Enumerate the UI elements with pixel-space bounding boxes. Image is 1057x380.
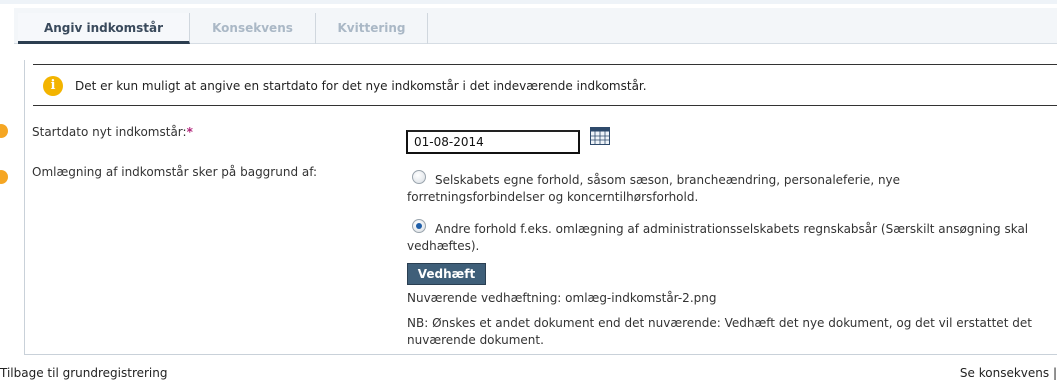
tab-bar: Angiv indkomstår Konsekvens Kvittering <box>14 8 1057 44</box>
tab-kvittering[interactable]: Kvittering <box>316 13 428 44</box>
required-mark: * <box>186 125 193 139</box>
form-panel: i Det er kun muligt at angive en startda… <box>24 60 1057 355</box>
info-icon: i <box>43 76 63 96</box>
start-date-label-text: Startdato nyt indkomstår: <box>32 125 187 139</box>
info-bar: i Det er kun muligt at angive en startda… <box>33 64 1057 106</box>
start-date-label: Startdato nyt indkomstår:* <box>32 125 193 139</box>
annotation-marker <box>0 124 8 138</box>
current-attachment: Nuværende vedhæftning: omlæg-indkomstår-… <box>407 291 717 305</box>
attachment-note: NB: Ønskes et andet dokument end det nuv… <box>407 316 1032 347</box>
reason-label: Omlægning af indkomstår sker på baggrund… <box>32 165 318 179</box>
tab-konsekvens[interactable]: Konsekvens <box>190 13 316 44</box>
attach-button[interactable]: Vedhæft <box>407 263 486 285</box>
start-date-input[interactable] <box>406 130 580 154</box>
top-strip <box>0 0 1057 4</box>
tab-angiv-indkomstaar[interactable]: Angiv indkomstår <box>18 13 190 44</box>
calendar-icon[interactable] <box>590 127 610 145</box>
next-link[interactable]: Se konsekvens | <box>960 366 1057 380</box>
back-link[interactable]: Tilbage til grundregistrering <box>0 366 167 380</box>
option-own-circumstances-text: Selskabets egne forhold, såsom sæson, br… <box>407 173 901 204</box>
annotation-marker <box>0 170 8 184</box>
info-text: Det er kun muligt at angive en startdato… <box>75 79 647 93</box>
option-other-circumstances-text: Andre forhold f.eks. omlægning af admini… <box>407 222 1029 253</box>
